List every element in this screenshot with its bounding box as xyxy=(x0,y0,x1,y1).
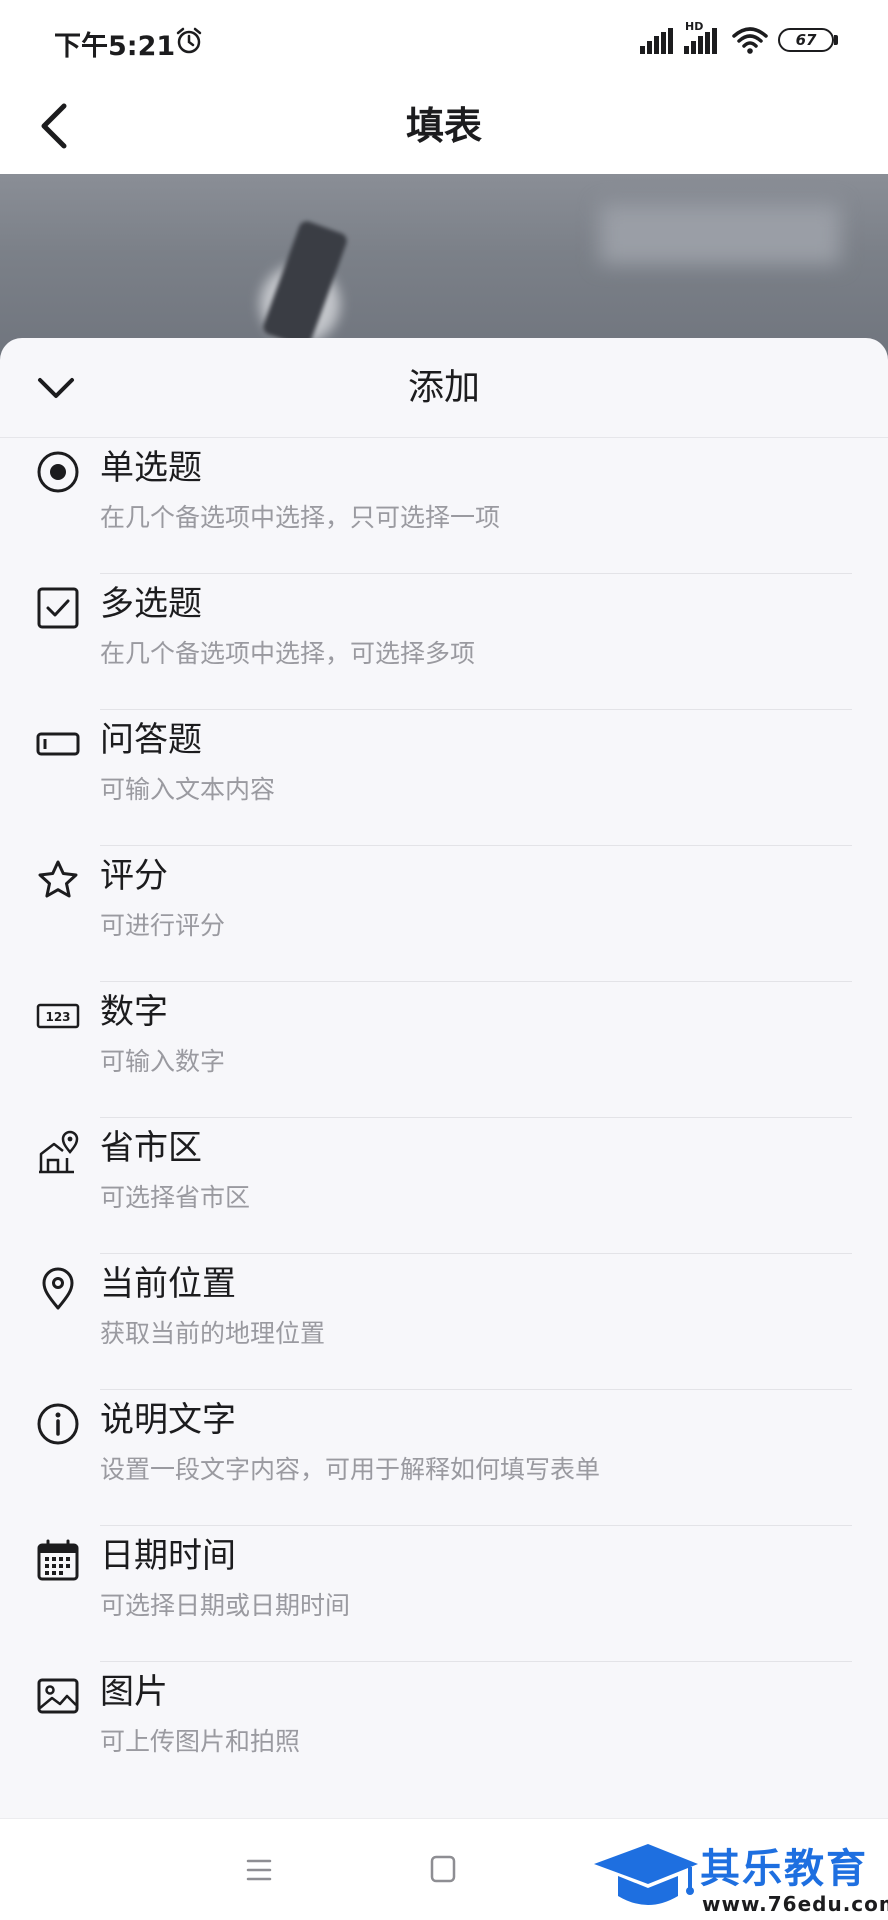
checkbox-icon xyxy=(37,587,79,629)
battery-tip xyxy=(834,35,838,45)
number-icon-text: 123 xyxy=(45,1010,70,1024)
field-type-image[interactable]: 图片 可上传图片和拍照 xyxy=(0,1662,888,1798)
field-type-desc: 设置一段文字内容，可用于解释如何填写表单 xyxy=(100,1455,601,1484)
field-type-region[interactable]: 省市区 可选择省市区 xyxy=(0,1118,888,1254)
field-type-desc: 可选择省市区 xyxy=(100,1183,251,1212)
field-type-list: 单选题 在几个备选项中选择，只可选择一项 多选题 在几个备选项中选择，可选择多项… xyxy=(0,438,888,1798)
field-type-desc: 获取当前的地理位置 xyxy=(100,1319,326,1348)
field-type-desc: 可上传图片和拍照 xyxy=(100,1727,301,1756)
sheet-header: 添加 xyxy=(0,338,888,438)
text-field-icon xyxy=(36,732,80,756)
field-type-desc: 可选择日期或日期时间 xyxy=(100,1591,351,1620)
watermark-url: www.76edu.com xyxy=(702,1892,888,1916)
field-type-text[interactable]: 问答题 可输入文本内容 xyxy=(0,710,888,846)
field-type-desc: 可输入数字 xyxy=(100,1047,226,1076)
field-type-description[interactable]: 说明文字 设置一段文字内容，可用于解释如何填写表单 xyxy=(0,1390,888,1526)
field-type-label: 单选题 xyxy=(100,448,202,488)
status-bar: 下午5:21 HD 67 xyxy=(0,0,888,78)
calendar-icon xyxy=(37,1539,79,1581)
page-title: 填表 xyxy=(405,104,482,148)
signal-hd-icon xyxy=(684,28,717,54)
field-type-label: 数字 xyxy=(100,992,168,1032)
region-icon xyxy=(39,1130,79,1174)
field-type-label: 评分 xyxy=(100,856,168,896)
battery-level: 67 xyxy=(795,31,817,49)
field-type-rating[interactable]: 评分 可进行评分 xyxy=(0,846,888,982)
battery-indicator: 67 xyxy=(778,28,834,52)
field-type-desc: 可输入文本内容 xyxy=(100,775,276,804)
field-type-label: 说明文字 xyxy=(100,1400,236,1440)
star-icon xyxy=(38,860,78,898)
add-field-sheet: 添加 单选题 在几个备选项中选择，只可选择一项 多选题 在几个备选项中选择，可选… xyxy=(0,338,888,1818)
field-type-desc: 在几个备选项中选择，只可选择一项 xyxy=(100,503,501,532)
field-type-datetime[interactable]: 日期时间 可选择日期或日期时间 xyxy=(0,1526,888,1662)
field-type-multi-choice[interactable]: 多选题 在几个备选项中选择，可选择多项 xyxy=(0,574,888,710)
radio-icon xyxy=(37,451,79,493)
info-icon xyxy=(37,1403,79,1445)
field-type-label: 日期时间 xyxy=(100,1536,236,1576)
back-arrow-icon[interactable] xyxy=(36,98,76,154)
signal-icon xyxy=(640,28,673,54)
location-pin-icon xyxy=(42,1267,74,1310)
nav-bar: 填表 xyxy=(0,78,888,174)
graduation-cap-icon xyxy=(594,1844,698,1905)
field-type-label: 问答题 xyxy=(100,720,202,760)
field-type-single-choice[interactable]: 单选题 在几个备选项中选择，只可选择一项 xyxy=(0,438,888,574)
watermark-main-text: 其乐教育 xyxy=(700,1846,868,1892)
menu-icon[interactable] xyxy=(246,1857,272,1883)
watermark-logo: 其乐教育 www.76edu.com xyxy=(590,1836,888,1920)
field-type-desc: 在几个备选项中选择，可选择多项 xyxy=(100,639,476,668)
field-type-desc: 可进行评分 xyxy=(100,911,226,940)
field-type-label: 省市区 xyxy=(100,1128,202,1168)
field-type-label: 图片 xyxy=(100,1672,168,1712)
field-type-label: 当前位置 xyxy=(100,1264,236,1304)
background-blur xyxy=(600,204,840,264)
number-icon: 123 xyxy=(36,1003,80,1029)
home-square-icon[interactable] xyxy=(430,1855,456,1883)
image-icon xyxy=(37,1678,79,1714)
sheet-title: 添加 xyxy=(407,367,480,408)
field-type-number[interactable]: 123 数字 可输入数字 xyxy=(0,982,888,1118)
wifi-icon xyxy=(732,27,768,54)
alarm-clock-icon xyxy=(176,27,202,54)
field-type-label: 多选题 xyxy=(100,584,202,624)
status-time: 下午5:21 xyxy=(54,31,176,62)
field-type-location[interactable]: 当前位置 获取当前的地理位置 xyxy=(0,1254,888,1390)
